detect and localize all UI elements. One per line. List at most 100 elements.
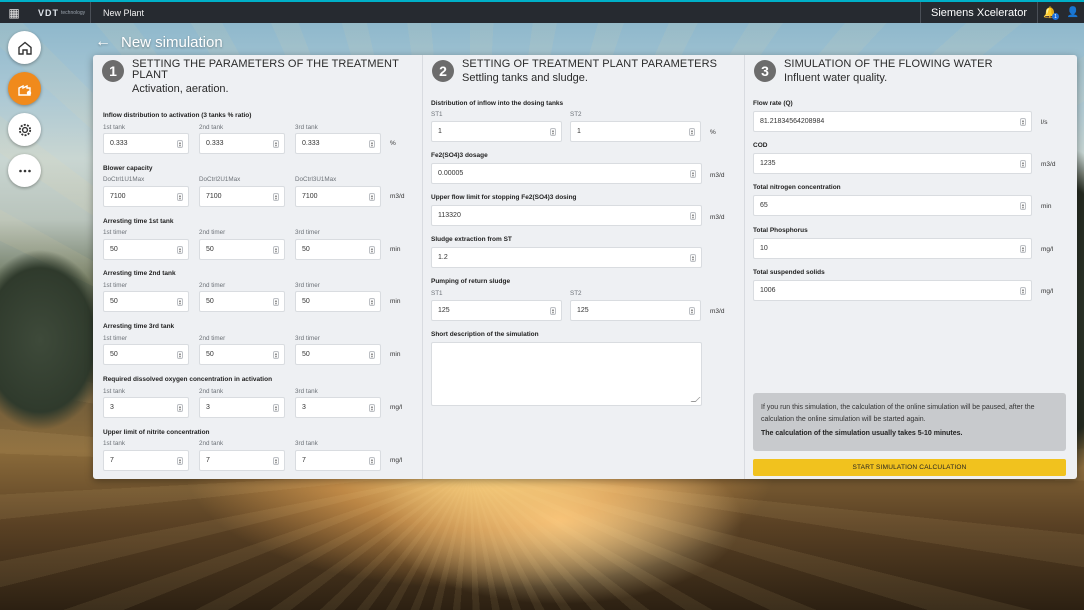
stepper-arrows-icon[interactable]: ▲ ▼ [369, 351, 375, 360]
stepper-arrows-icon[interactable]: ▲ ▼ [177, 245, 183, 254]
stepper-arrows-icon[interactable]: ▲ ▼ [177, 140, 183, 148]
blower-input[interactable]: 7100 ▲ ▼ [199, 185, 285, 207]
stepper-arrows-icon[interactable]: ▲ ▼ [369, 140, 375, 148]
inflow-input[interactable]: 0.333 ▲ ▼ [199, 133, 285, 154]
page-header: ← New simulation [95, 33, 223, 51]
stepper-arrows-icon[interactable]: ▲ ▼ [689, 307, 695, 315]
blower-input[interactable]: 7100 ▲ ▼ [103, 185, 189, 207]
solids-input-value: 1006 [760, 286, 776, 294]
stepper-arrows-icon[interactable]: ▲ ▼ [690, 170, 696, 178]
arrest2-sublabel: 1st timer [103, 281, 128, 289]
stepper-arrows-icon[interactable]: ▲ ▼ [1020, 202, 1026, 211]
dosing-input[interactable]: 1 ▲ ▼ [431, 121, 562, 142]
inflow-input[interactable]: 0.333 ▲ ▼ [103, 133, 189, 154]
stepper-arrows-icon[interactable]: ▲ ▼ [689, 128, 695, 136]
dosing-sublabel: ST2 [570, 111, 582, 118]
stepper-arrows-icon[interactable]: ▲ ▼ [690, 254, 696, 262]
arrest3-input[interactable]: 50 ▲ ▼ [199, 344, 285, 366]
inflow-label: Inflow distribution to activation (3 tan… [103, 112, 252, 119]
pumping-input-value: 125 [577, 307, 589, 314]
arrest1-input[interactable]: 50 ▲ ▼ [103, 238, 189, 260]
stepper-arrows-icon[interactable]: ▲ ▼ [273, 456, 279, 465]
stepper-arrows-icon[interactable]: ▲ ▼ [273, 298, 279, 307]
arrest2-label: Arresting time 2nd tank [103, 270, 176, 278]
pumping-input[interactable]: 125 ▲ ▼ [570, 300, 701, 321]
stepper-arrows-icon[interactable]: ▲ ▼ [369, 245, 375, 254]
oxygen-input[interactable]: 3 ▲ ▼ [199, 397, 285, 418]
user-icon[interactable]: 👤 [1062, 2, 1084, 23]
app-grid-icon[interactable]: ▦ [0, 2, 28, 23]
inflow-input[interactable]: 0.333 ▲ ▼ [295, 133, 381, 154]
nitrite-input[interactable]: 7 ▲ ▼ [103, 449, 189, 471]
section-settling: 2 SETTING OF TREATMENT PLANT PARAMETERS … [423, 55, 745, 479]
stepper-arrows-icon[interactable]: ▲ ▼ [1020, 244, 1026, 253]
step-number: 2 [432, 60, 454, 82]
notification-badge: 1 [1052, 13, 1059, 20]
arrest1-input[interactable]: 50 ▲ ▼ [295, 238, 381, 260]
plant-nav-button[interactable] [8, 72, 41, 105]
oxygen-input[interactable]: 3 ▲ ▼ [295, 397, 381, 418]
stepper-arrows-icon[interactable]: ▲ ▼ [1020, 160, 1026, 169]
solids-input[interactable]: 1006 ▲ ▼ [753, 279, 1032, 301]
flow-input[interactable]: 81.21834564208984 ▲ ▼ [753, 111, 1032, 132]
sludge-input[interactable]: 1.2 ▲ ▼ [431, 247, 702, 268]
nitrite-sublabel: 1st tank [103, 440, 126, 448]
stepper-arrows-icon[interactable]: ▲ ▼ [1020, 118, 1026, 126]
pumping-sublabel: ST2 [570, 290, 582, 297]
stepper-arrows-icon[interactable]: ▲ ▼ [369, 404, 375, 412]
start-simulation-button[interactable]: START SIMULATION CALCULATION [753, 459, 1066, 476]
dosing-input[interactable]: 1 ▲ ▼ [570, 121, 701, 142]
nitrite-input[interactable]: 7 ▲ ▼ [199, 449, 285, 471]
home-nav-button[interactable] [8, 31, 41, 64]
description-textarea[interactable] [431, 342, 702, 406]
blower-input[interactable]: 7100 ▲ ▼ [295, 185, 381, 207]
settings-nav-button[interactable] [8, 113, 41, 146]
stepper-arrows-icon[interactable]: ▲ ▼ [550, 128, 556, 136]
stepper-arrows-icon[interactable]: ▲ ▼ [550, 307, 556, 315]
info-text: If you run this simulation, the calculat… [761, 404, 1035, 423]
stepper-arrows-icon[interactable]: ▲ ▼ [369, 192, 375, 201]
arrest2-input[interactable]: 50 ▲ ▼ [295, 291, 381, 313]
stepper-arrows-icon[interactable]: ▲ ▼ [177, 192, 183, 201]
arrest1-input[interactable]: 50 ▲ ▼ [199, 238, 285, 260]
pumping-input[interactable]: 125 ▲ ▼ [431, 300, 562, 321]
stepper-arrows-icon[interactable]: ▲ ▼ [177, 404, 183, 412]
fe-dosage-input[interactable]: 0.00005 ▲ ▼ [431, 163, 702, 184]
oxygen-input[interactable]: 3 ▲ ▼ [103, 397, 189, 418]
step-number: 3 [754, 60, 776, 82]
resize-grip-icon[interactable] [690, 397, 701, 402]
arrest1-unit: min [390, 245, 401, 253]
arrest1-label: Arresting time 1st tank [103, 217, 174, 225]
back-arrow-icon[interactable]: ← [95, 33, 111, 51]
stepper-arrows-icon[interactable]: ▲ ▼ [177, 298, 183, 307]
arrest2-input[interactable]: 50 ▲ ▼ [199, 291, 285, 313]
pumping-sublabel: ST1 [431, 290, 443, 297]
section-subtitle: Influent water quality. [784, 72, 888, 84]
stepper-arrows-icon[interactable]: ▲ ▼ [273, 245, 279, 254]
stepper-arrows-icon[interactable]: ▲ ▼ [177, 456, 183, 465]
blower-sublabel: DoCtrl1U1Max [103, 176, 145, 184]
nitrogen-input[interactable]: 65 ▲ ▼ [753, 195, 1032, 217]
fe-dosage-input-value: 0.00005 [438, 170, 464, 177]
notification-bell-icon[interactable]: 🔔 1 [1038, 2, 1062, 23]
stepper-arrows-icon[interactable]: ▲ ▼ [273, 192, 279, 201]
nitrite-input[interactable]: 7 ▲ ▼ [295, 449, 381, 471]
phosphorus-input[interactable]: 10 ▲ ▼ [753, 237, 1032, 259]
stepper-arrows-icon[interactable]: ▲ ▼ [1020, 286, 1026, 295]
stepper-arrows-icon[interactable]: ▲ ▼ [177, 351, 183, 360]
stepper-arrows-icon[interactable]: ▲ ▼ [273, 404, 279, 412]
stepper-arrows-icon[interactable]: ▲ ▼ [690, 212, 696, 220]
stepper-arrows-icon[interactable]: ▲ ▼ [273, 351, 279, 360]
stepper-arrows-icon[interactable]: ▲ ▼ [369, 456, 375, 465]
arrest2-input[interactable]: 50 ▲ ▼ [103, 291, 189, 313]
stepper-arrows-icon[interactable]: ▲ ▼ [273, 140, 279, 148]
more-nav-button[interactable] [8, 154, 41, 187]
upper-flow-input[interactable]: 113320 ▲ ▼ [431, 205, 702, 226]
arrest3-input[interactable]: 50 ▲ ▼ [103, 344, 189, 366]
cod-input[interactable]: 1235 ▲ ▼ [753, 153, 1032, 175]
arrest1-sublabel: 1st timer [103, 229, 128, 237]
arrest3-input[interactable]: 50 ▲ ▼ [295, 344, 381, 366]
vdt-logo[interactable]: VDT technology [28, 2, 86, 23]
tab-new-plant[interactable]: New Plant [91, 2, 156, 23]
stepper-arrows-icon[interactable]: ▲ ▼ [369, 298, 375, 307]
